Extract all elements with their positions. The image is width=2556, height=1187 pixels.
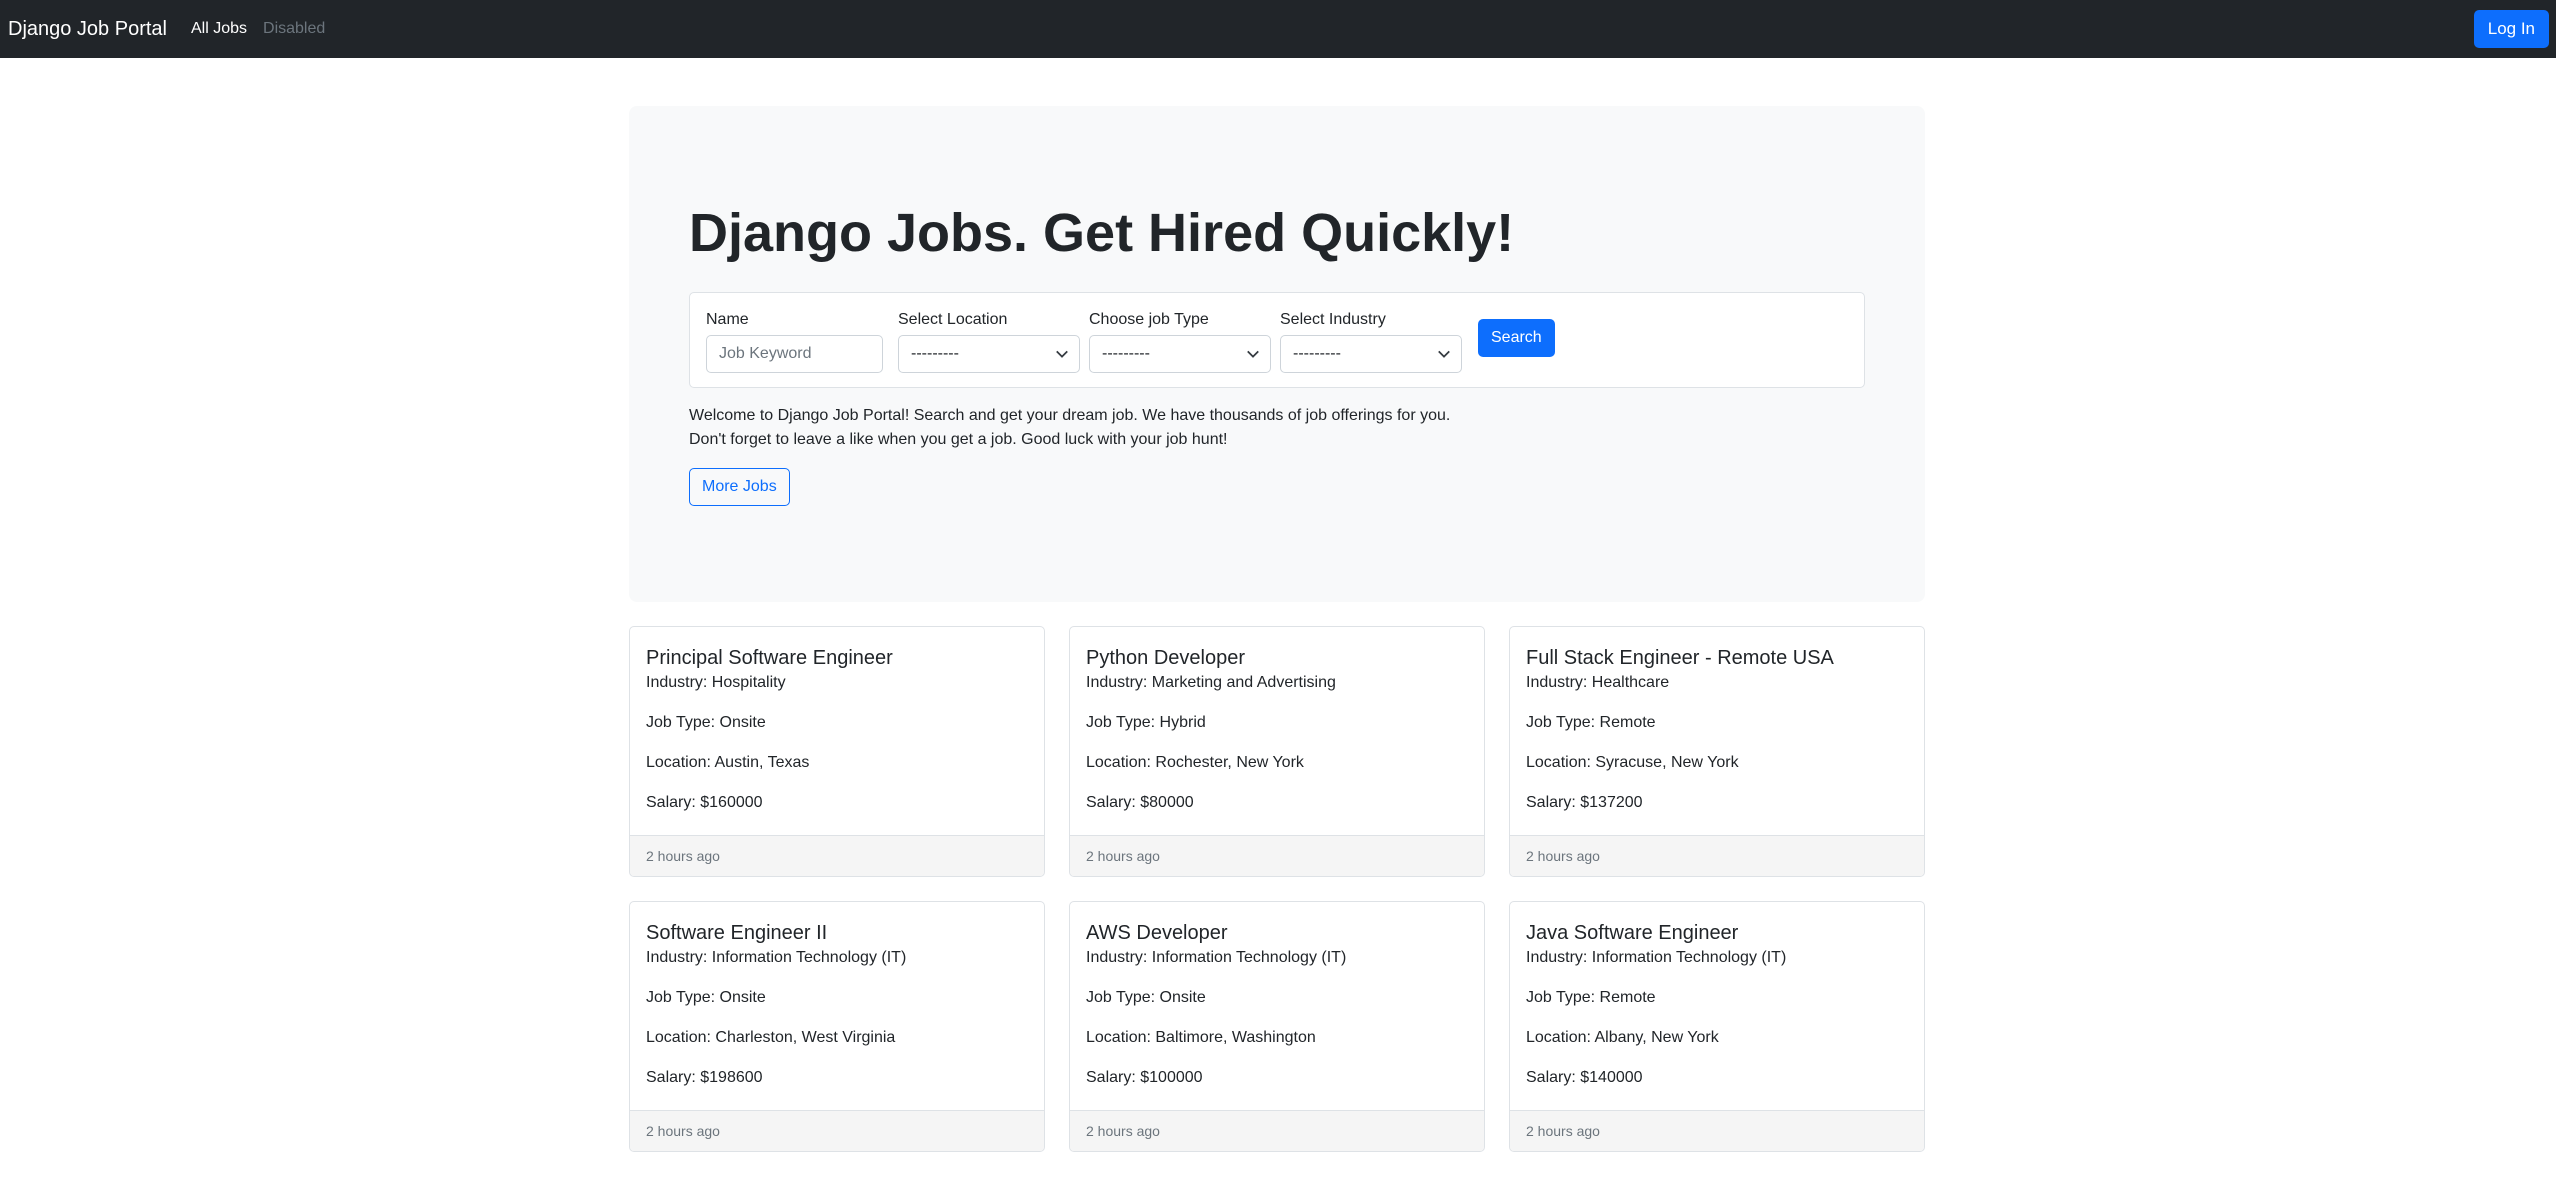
job-industry: Industry: Information Technology (IT)	[1086, 949, 1347, 966]
job-industry: Industry: Information Technology (IT)	[1526, 949, 1787, 966]
jobtype-select[interactable]: ---------	[1089, 335, 1271, 373]
job-card[interactable]: Full Stack Engineer - Remote USA Industr…	[1509, 626, 1925, 877]
jobtype-field-group: Choose job Type ---------	[1089, 310, 1271, 373]
chevron-down-icon	[1247, 350, 1259, 358]
more-jobs-button[interactable]: More Jobs	[689, 468, 790, 506]
job-posted-time: 2 hours ago	[630, 1110, 1044, 1151]
job-card[interactable]: Software Engineer II Industry: Informati…	[629, 901, 1045, 1152]
job-industry: Industry: Marketing and Advertising	[1086, 674, 1336, 691]
job-type: Job Type: Remote	[1526, 714, 1656, 731]
welcome-text: Welcome to Django Job Portal! Search and…	[689, 404, 1589, 452]
job-posted-time: 2 hours ago	[1070, 835, 1484, 876]
location-select-value: ---------	[911, 345, 959, 362]
industry-select[interactable]: ---------	[1280, 335, 1462, 373]
job-posted-time: 2 hours ago	[1510, 1110, 1924, 1151]
job-title[interactable]: AWS Developer	[1086, 918, 1468, 948]
job-type: Job Type: Onsite	[1086, 989, 1206, 1006]
job-title[interactable]: Full Stack Engineer - Remote USA	[1526, 643, 1908, 673]
welcome-line-2: Don't forget to leave a like when you ge…	[689, 431, 1228, 448]
welcome-line-1: Welcome to Django Job Portal! Search and…	[689, 407, 1451, 424]
job-keyword-input[interactable]: Job Keyword	[706, 335, 883, 373]
job-salary: Salary: $80000	[1086, 794, 1194, 811]
job-posted-time: 2 hours ago	[630, 835, 1044, 876]
job-posted-time: 2 hours ago	[1510, 835, 1924, 876]
location-field-group: Select Location ---------	[898, 310, 1080, 373]
chevron-down-icon	[1056, 350, 1068, 358]
job-location: Location: Austin, Texas	[646, 754, 810, 771]
industry-field-group: Select Industry ---------	[1280, 310, 1462, 373]
search-form: Name Job Keyword Select Location -------…	[689, 292, 1865, 388]
job-salary: Salary: $100000	[1086, 1069, 1203, 1086]
job-location: Location: Rochester, New York	[1086, 754, 1304, 771]
job-location: Location: Syracuse, New York	[1526, 754, 1739, 771]
job-salary: Salary: $160000	[646, 794, 763, 811]
job-title[interactable]: Python Developer	[1086, 643, 1468, 673]
login-button[interactable]: Log In	[2473, 10, 2549, 48]
job-salary: Salary: $137200	[1526, 794, 1643, 811]
job-title[interactable]: Java Software Engineer	[1526, 918, 1908, 948]
top-navbar: Django Job Portal All Jobs Disabled Log …	[0, 0, 2556, 58]
industry-select-value: ---------	[1293, 345, 1341, 362]
name-field-group: Name Job Keyword	[706, 310, 883, 373]
job-salary: Salary: $198600	[646, 1069, 763, 1086]
job-card[interactable]: Principal Software Engineer Industry: Ho…	[629, 626, 1045, 877]
job-location: Location: Albany, New York	[1526, 1029, 1719, 1046]
job-card[interactable]: Java Software Engineer Industry: Informa…	[1509, 901, 1925, 1152]
job-industry: Industry: Hospitality	[646, 674, 786, 691]
jobtype-select-value: ---------	[1102, 345, 1150, 362]
industry-label: Select Industry	[1280, 311, 1386, 328]
name-label: Name	[706, 311, 749, 328]
page-title: Django Jobs. Get Hired Quickly!	[689, 203, 1515, 263]
location-select[interactable]: ---------	[898, 335, 1080, 373]
job-type: Job Type: Onsite	[646, 989, 766, 1006]
job-location: Location: Charleston, West Virginia	[646, 1029, 896, 1046]
job-type: Job Type: Remote	[1526, 989, 1656, 1006]
job-card[interactable]: AWS Developer Industry: Information Tech…	[1069, 901, 1485, 1152]
job-industry: Industry: Information Technology (IT)	[646, 949, 907, 966]
jobtype-label: Choose job Type	[1089, 311, 1209, 328]
job-title[interactable]: Principal Software Engineer	[646, 643, 1028, 673]
search-button[interactable]: Search	[1478, 319, 1555, 357]
nav-disabled: Disabled	[263, 20, 326, 37]
brand-link[interactable]: Django Job Portal	[8, 18, 167, 41]
job-type: Job Type: Onsite	[646, 714, 766, 731]
job-type: Job Type: Hybrid	[1086, 714, 1206, 731]
job-title[interactable]: Software Engineer II	[646, 918, 1028, 948]
job-salary: Salary: $140000	[1526, 1069, 1643, 1086]
job-location: Location: Baltimore, Washington	[1086, 1029, 1316, 1046]
job-posted-time: 2 hours ago	[1070, 1110, 1484, 1151]
job-card[interactable]: Python Developer Industry: Marketing and…	[1069, 626, 1485, 877]
job-industry: Industry: Healthcare	[1526, 674, 1670, 691]
hero-section: Django Jobs. Get Hired Quickly! Name Job…	[629, 106, 1925, 602]
nav-all-jobs[interactable]: All Jobs	[191, 20, 247, 38]
location-label: Select Location	[898, 311, 1008, 328]
chevron-down-icon	[1438, 350, 1450, 358]
